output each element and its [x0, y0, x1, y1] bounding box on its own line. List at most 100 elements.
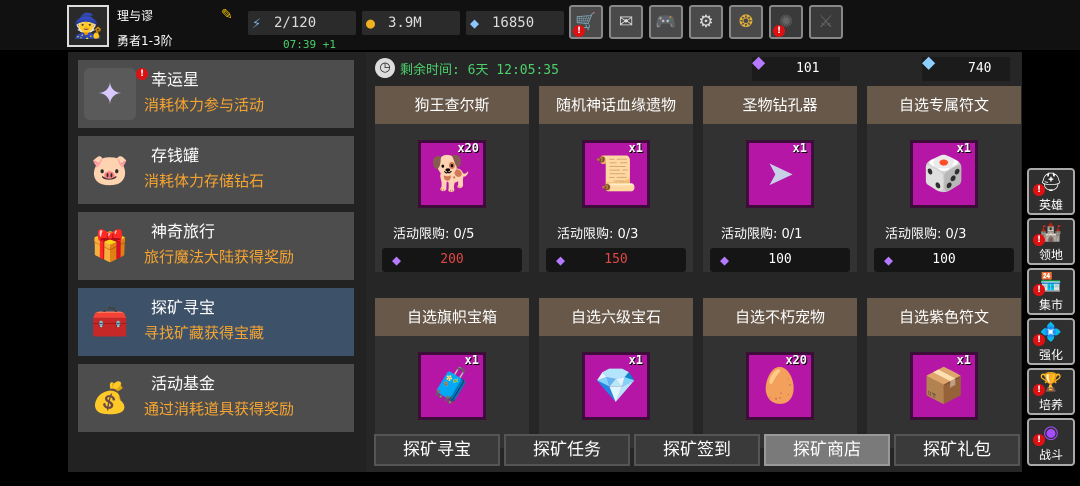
activity-piggy-bank[interactable]: 🐷 存钱罐 消耗体力存储钻石: [78, 136, 354, 204]
shop-item-card[interactable]: 狗王查尔斯 🐕 x20 活动限购: 0/5 ◆ 200: [375, 86, 529, 272]
alert-badge-icon: !: [1033, 434, 1045, 446]
side-menu-battle[interactable]: ◉ ! 战斗: [1027, 418, 1075, 466]
purple-crystal-icon: ◆: [720, 251, 730, 269]
purchase-limit: 活动限购: 0/3: [885, 227, 967, 242]
player-rank: 勇者1-3阶: [117, 34, 173, 48]
side-menu-label: 集市: [1038, 298, 1063, 312]
fireworks-button[interactable]: ✺ !: [769, 5, 803, 39]
dog-icon: 🐕: [430, 154, 474, 194]
alert-badge-icon: !: [136, 68, 148, 80]
activity-desc: 消耗体力存储钻石: [144, 172, 265, 190]
purchase-limit: 活动限购: 0/1: [721, 227, 803, 242]
gold-display: ● 3.9M: [362, 11, 460, 35]
activity-fund[interactable]: 💰 活动基金 通过消耗道具获得奖励: [78, 364, 354, 432]
clock-icon: ◷: [375, 58, 395, 78]
edit-name-icon[interactable]: ✎: [221, 7, 237, 23]
item-name: 自选旗帜宝箱: [375, 298, 529, 336]
diamond-icon: ◆: [470, 14, 480, 32]
remaining-time: 剩余时间: 6天 12:05:35: [400, 63, 559, 78]
blue-crystal-value: 740: [968, 61, 992, 76]
hero-avatar-icon: 🧙: [73, 12, 103, 40]
gamepad-icon: 🎮: [655, 12, 677, 32]
item-slot[interactable]: 💎 x1: [582, 352, 650, 420]
item-quantity: x1: [464, 353, 479, 367]
alert-badge-icon: !: [573, 25, 585, 37]
item-name: 自选六级宝石: [539, 298, 693, 336]
item-name: 狗王查尔斯: [375, 86, 529, 124]
pet-chest-icon: 🥚: [758, 366, 802, 406]
crossed-swords-icon: ⚔: [818, 12, 834, 32]
buy-button[interactable]: ◆ 200: [382, 248, 522, 272]
tab-mining-gift[interactable]: 探矿礼包: [894, 434, 1020, 466]
buy-button[interactable]: ◆ 150: [546, 248, 686, 272]
activity-title: 神奇旅行: [151, 222, 216, 241]
item-slot[interactable]: 🎲 x1: [910, 140, 978, 208]
activity-magic-journey[interactable]: 🎁 神奇旅行 旅行魔法大陆获得奖励: [78, 212, 354, 280]
rune-chest-icon: 🎲: [922, 154, 966, 194]
item-quantity: x1: [628, 141, 643, 155]
activity-mining-treasure[interactable]: 🧰 探矿寻宝 寻找矿藏获得宝藏: [78, 288, 354, 356]
relic-scroll-icon: 📜: [594, 154, 638, 194]
item-quantity: x20: [785, 353, 807, 367]
side-menu-territory[interactable]: 🏰 ! 领地: [1027, 218, 1075, 265]
shop-button[interactable]: 🛒 !: [569, 5, 603, 39]
tab-mining-tasks[interactable]: 探矿任务: [504, 434, 630, 466]
activity-list: ✦ ! 幸运星 消耗体力参与活动 🐷 存钱罐 消耗体力存储钻石 🎁 神奇旅行 旅…: [68, 52, 366, 472]
item-name: 自选专属符文: [867, 86, 1021, 124]
drill-icon: ➤: [765, 154, 795, 194]
item-quantity: x20: [457, 141, 479, 155]
player-name: 理与谬: [117, 9, 154, 23]
item-price: 200: [440, 252, 464, 267]
purchase-limit: 活动限购: 0/3: [557, 227, 639, 242]
side-menu-label: 强化: [1038, 348, 1063, 362]
flag-chest-icon: 🧳: [430, 366, 474, 406]
shop-item-card[interactable]: 自选紫色符文 📦 x1: [867, 298, 1021, 448]
item-slot[interactable]: 🧳 x1: [418, 352, 486, 420]
item-slot[interactable]: 📦 x1: [910, 352, 978, 420]
side-menu-enhance[interactable]: 💠 ! 强化: [1027, 318, 1075, 365]
tab-mining-shop[interactable]: 探矿商店: [764, 434, 890, 466]
item-price: 100: [768, 252, 792, 267]
blue-crystal-icon: ◆: [922, 50, 936, 75]
item-price: 150: [604, 252, 628, 267]
side-menu-hero[interactable]: ⛑ ! 英雄: [1027, 168, 1075, 215]
item-quantity: x1: [956, 353, 971, 367]
tab-mining-checkin[interactable]: 探矿签到: [634, 434, 760, 466]
lucky-star-icon: ✦: [84, 68, 136, 120]
diamond-display: ◆ 16850: [466, 11, 564, 35]
gold-coin-icon: ●: [366, 14, 376, 32]
alert-badge-icon: !: [1033, 184, 1045, 196]
shop-item-card[interactable]: 自选不朽宠物 🥚 x20: [703, 298, 857, 448]
diamond-value: 16850: [492, 15, 535, 31]
settings-button[interactable]: ⚙: [689, 5, 723, 39]
mail-button[interactable]: ✉: [609, 5, 643, 39]
game-button[interactable]: 🎮: [649, 5, 683, 39]
aperture-icon: ❂: [738, 12, 754, 32]
activity-desc: 寻找矿藏获得宝藏: [144, 324, 265, 342]
item-price: 100: [932, 252, 956, 267]
tab-mining-treasure[interactable]: 探矿寻宝: [374, 434, 500, 466]
buy-button[interactable]: ◆ 100: [874, 248, 1014, 272]
alert-badge-icon: !: [1033, 234, 1045, 246]
side-menu-market[interactable]: 🏪 ! 集市: [1027, 268, 1075, 315]
purple-crystal-display: ◆ 101: [752, 51, 840, 81]
item-slot[interactable]: 📜 x1: [582, 140, 650, 208]
item-quantity: x1: [956, 141, 971, 155]
buy-button[interactable]: ◆ 100: [710, 248, 850, 272]
battle-button[interactable]: ⚔: [809, 5, 843, 39]
shop-item-card[interactable]: 自选旗帜宝箱 🧳 x1: [375, 298, 529, 448]
shop-item-card[interactable]: 自选专属符文 🎲 x1 活动限购: 0/3 ◆ 100: [867, 86, 1021, 272]
player-avatar[interactable]: 🧙: [67, 5, 109, 47]
shop-item-card[interactable]: 随机神话血缘遗物 📜 x1 活动限购: 0/3 ◆ 150: [539, 86, 693, 272]
purple-crystal-icon: ◆: [392, 251, 402, 269]
activity-title: 幸运星: [151, 70, 200, 89]
alert-badge-icon: !: [773, 25, 785, 37]
shop-item-card[interactable]: 自选六级宝石 💎 x1: [539, 298, 693, 448]
camera-button[interactable]: ❂: [729, 5, 763, 39]
activity-lucky-star[interactable]: ✦ ! 幸运星 消耗体力参与活动: [78, 60, 354, 128]
item-slot[interactable]: ➤ x1: [746, 140, 814, 208]
item-slot[interactable]: 🐕 x20: [418, 140, 486, 208]
item-slot[interactable]: 🥚 x20: [746, 352, 814, 420]
shop-item-card[interactable]: 圣物钻孔器 ➤ x1 活动限购: 0/1 ◆ 100: [703, 86, 857, 272]
side-menu-cultivate[interactable]: 🏆 ! 培养: [1027, 368, 1075, 415]
